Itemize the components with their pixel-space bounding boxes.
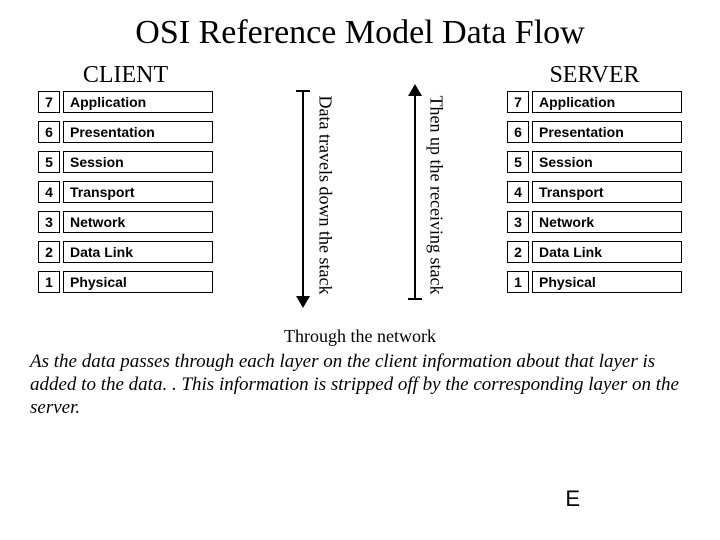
server-layer-7: 7Application	[507, 91, 682, 113]
layer-name: Presentation	[63, 121, 213, 143]
client-layer-7: 7Application	[38, 91, 213, 113]
layer-name: Presentation	[532, 121, 682, 143]
layer-name: Session	[63, 151, 213, 173]
page-title: OSI Reference Model Data Flow	[30, 14, 690, 52]
layer-name: Transport	[63, 181, 213, 203]
layer-num: 2	[38, 241, 60, 263]
client-layer-6: 6Presentation	[38, 121, 213, 143]
server-layer-4: 4Transport	[507, 181, 682, 203]
server-label: SERVER	[507, 62, 682, 89]
client-layer-1: 1Physical	[38, 271, 213, 293]
layer-num: 3	[507, 211, 529, 233]
layer-num: 7	[507, 91, 529, 113]
up-arrow-label: Then up the receiving stack	[426, 96, 447, 295]
client-layer-3: 3Network	[38, 211, 213, 233]
through-label: Through the network	[30, 326, 690, 347]
up-arrow: Then up the receiving stack	[396, 90, 436, 320]
server-stack: SERVER 7Application 6Presentation 5Sessi…	[507, 62, 682, 301]
layer-num: 1	[38, 271, 60, 293]
server-layer-1: 1Physical	[507, 271, 682, 293]
corner-label: E	[565, 486, 580, 512]
client-label: CLIENT	[38, 62, 213, 89]
layer-name: Transport	[532, 181, 682, 203]
layer-num: 7	[38, 91, 60, 113]
layer-name: Network	[63, 211, 213, 233]
server-layer-6: 6Presentation	[507, 121, 682, 143]
down-arrow: Data travels down the stack	[284, 90, 324, 320]
layer-name: Application	[532, 91, 682, 113]
server-layer-3: 3Network	[507, 211, 682, 233]
layer-num: 6	[507, 121, 529, 143]
layer-name: Application	[63, 91, 213, 113]
layer-num: 6	[38, 121, 60, 143]
layer-name: Data Link	[63, 241, 213, 263]
layer-num: 5	[507, 151, 529, 173]
down-arrow-label: Data travels down the stack	[314, 96, 335, 295]
layer-name: Physical	[532, 271, 682, 293]
layer-num: 3	[38, 211, 60, 233]
layer-name: Physical	[63, 271, 213, 293]
layer-num: 5	[38, 151, 60, 173]
client-layer-2: 2Data Link	[38, 241, 213, 263]
server-layer-5: 5Session	[507, 151, 682, 173]
layer-name: Data Link	[532, 241, 682, 263]
description-text: As the data passes through each layer on…	[30, 351, 690, 419]
osi-diagram: CLIENT 7Application 6Presentation 5Sessi…	[30, 62, 690, 320]
layer-name: Network	[532, 211, 682, 233]
server-layer-2: 2Data Link	[507, 241, 682, 263]
layer-num: 4	[507, 181, 529, 203]
client-stack: CLIENT 7Application 6Presentation 5Sessi…	[38, 62, 213, 301]
client-layer-4: 4Transport	[38, 181, 213, 203]
layer-num: 2	[507, 241, 529, 263]
layer-num: 4	[38, 181, 60, 203]
client-layer-5: 5Session	[38, 151, 213, 173]
layer-num: 1	[507, 271, 529, 293]
layer-name: Session	[532, 151, 682, 173]
